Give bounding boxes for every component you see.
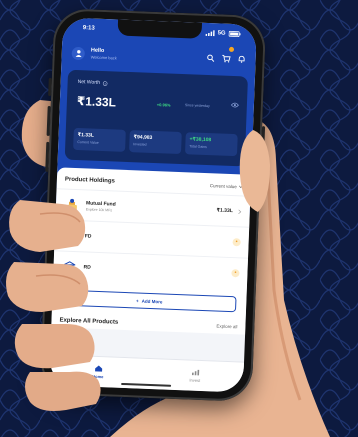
explore-all-link[interactable]: Explore all [216, 324, 237, 331]
stat-label: Current Value [77, 140, 99, 145]
cart-button[interactable] [221, 46, 235, 68]
bank-icon [61, 259, 78, 276]
stat-total-gains: +₹38,108 Total Gains [184, 132, 238, 157]
battery-icon [228, 30, 241, 38]
new-badge: • [232, 238, 241, 247]
holding-row-rd[interactable]: RD • [53, 250, 249, 289]
holding-name: FD [84, 233, 92, 240]
status-time: 9:13 [82, 25, 95, 32]
stat-value: +₹38,108 [189, 136, 212, 144]
app-screen: 9:13 5G Hello Welcome back Net Worth ₹1.… [49, 17, 257, 393]
chevron-down-icon [239, 185, 243, 188]
plus-icon: + [136, 297, 139, 304]
user-icon [75, 50, 82, 58]
search-icon[interactable] [207, 54, 215, 62]
header-actions [206, 46, 246, 68]
new-badge: • [231, 269, 240, 278]
holding-name: RD [83, 264, 91, 271]
signal-icon [205, 30, 215, 37]
network-label: 5G [217, 30, 226, 37]
current-value-sort[interactable]: Current value [210, 182, 243, 189]
status-icons: 5G [205, 30, 241, 38]
chevron-right-icon [238, 209, 242, 214]
info-icon[interactable] [103, 80, 108, 86]
net-worth-card[interactable]: Net Worth ₹1.33L +0.96% Since yesterday … [64, 69, 249, 167]
avatar[interactable] [71, 46, 86, 60]
stat-invested: ₹94,983 Invested [129, 130, 182, 155]
eye-icon[interactable] [230, 102, 239, 108]
mutual-fund-icon [64, 197, 81, 214]
holding-text: FD [85, 233, 233, 245]
tab-invest[interactable]: Invest [146, 359, 244, 393]
net-worth-since: Since yesterday [184, 103, 210, 109]
bottom-tab-bar: Home Invest [49, 354, 245, 393]
home-icon [94, 365, 102, 372]
holding-text: RD [83, 264, 231, 276]
user-greeting: Hello Welcome back [91, 48, 207, 64]
stat-current-value: ₹1.33L Current Value [73, 127, 126, 152]
net-worth-change: +0.96% [156, 102, 171, 108]
stat-label: Invested [133, 142, 147, 147]
current-value-label: Current value [209, 182, 237, 189]
stat-value: ₹94,983 [133, 134, 153, 141]
volume-down-button [45, 141, 50, 172]
notification-bell-icon[interactable] [238, 55, 246, 63]
holding-text: Mutual Fund Explore 10k MFs [86, 200, 217, 216]
cart-badge [228, 46, 235, 52]
net-worth-label-row: Net Worth [78, 79, 109, 86]
tab-label: Invest [189, 377, 201, 383]
notch [117, 19, 203, 39]
explore-title: Explore All Products [59, 317, 119, 326]
net-worth-label: Net Worth [77, 79, 101, 86]
holding-amount: ₹1.33L [216, 207, 233, 215]
stat-label: Total Gains [189, 144, 207, 150]
mute-switch [48, 77, 52, 97]
net-worth-value: ₹1.33L [76, 94, 117, 110]
product-holdings-section: Product Holdings Current value Mutual Fu… [51, 167, 252, 335]
phone-device: 9:13 5G Hello Welcome back Net Worth ₹1.… [39, 8, 267, 402]
holdings-title: Product Holdings [64, 176, 115, 185]
piggy-bank-icon [62, 228, 79, 245]
cart-icon [222, 54, 231, 63]
volume-up-button [46, 105, 51, 136]
tab-label: Home [92, 373, 104, 380]
stat-value: ₹1.33L [77, 132, 94, 139]
net-worth-stats: ₹1.33L Current Value ₹94,983 Invested +₹… [73, 127, 238, 157]
add-more-label: Add More [141, 298, 163, 304]
invest-icon [191, 369, 199, 376]
